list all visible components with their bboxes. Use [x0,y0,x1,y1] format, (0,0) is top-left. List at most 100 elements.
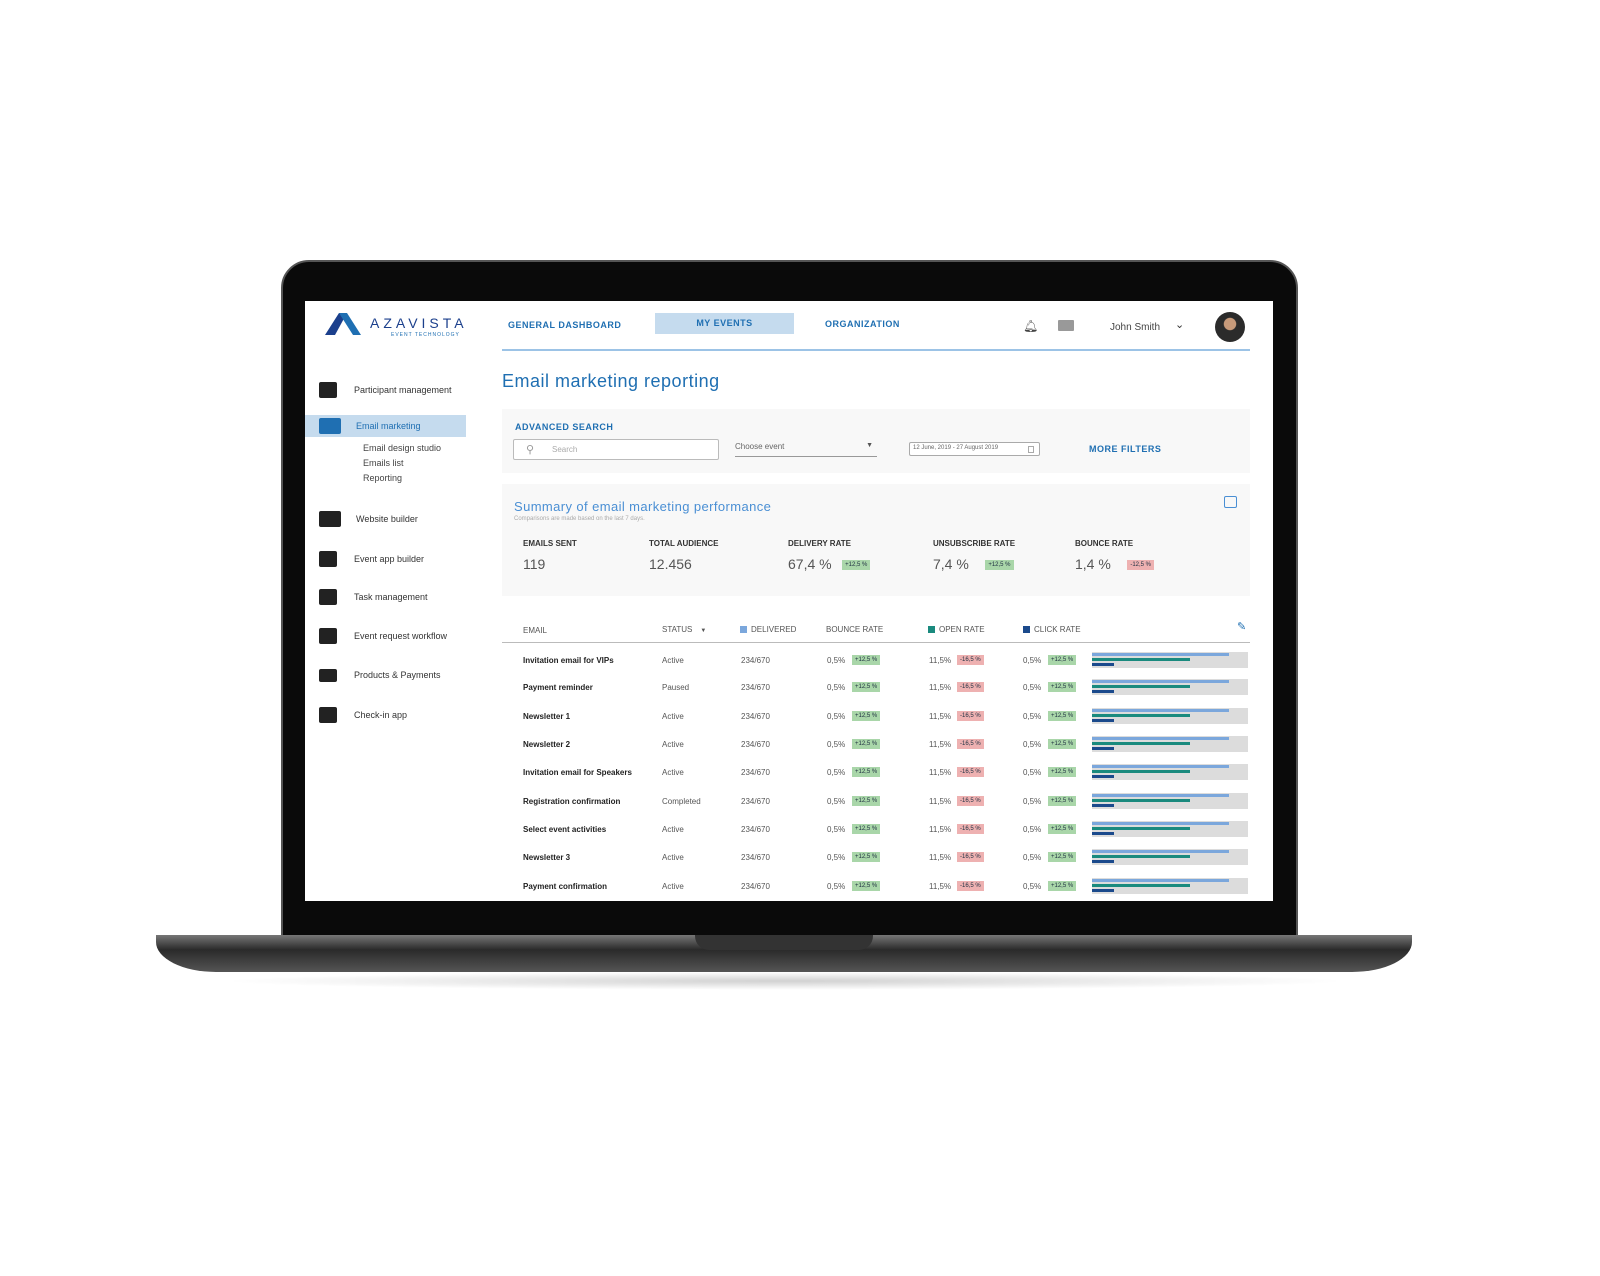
rate-bars [1092,821,1248,837]
table-row[interactable]: Payment confirmation Active 234/670 0,5%… [502,878,1250,898]
tab-my-events[interactable]: MY EVENTS [655,313,794,334]
kpi-delta-badge: -12,5 % [1127,560,1155,570]
table-row[interactable]: Invitation email for VIPs Active 234/670… [502,652,1250,672]
email-name[interactable]: Select event activities [523,825,606,834]
table-row[interactable]: Newsletter 3 Active 234/670 0,5% +12,5 %… [502,849,1250,869]
logo[interactable]: AZAVISTA EVENT TECHNOLOGY [325,313,475,339]
bounce-delta-badge: +12,5 % [852,852,881,862]
sidebar-item-event-request-workflow[interactable]: Event request workflow [305,625,466,647]
images-icon [319,511,341,527]
column-header-status[interactable]: STATUS ▼ [662,625,706,634]
sidebar-subitem-emails-list[interactable]: Emails list [363,458,404,468]
legend-swatch [1023,626,1030,633]
kpi-label: EMAILS SENT [523,539,577,548]
sidebar-item-check-in-app[interactable]: Check-in app [305,704,466,726]
header-label: STATUS [662,625,693,634]
sidebar-subitem-reporting[interactable]: Reporting [363,473,402,483]
sidebar-item-products-payments[interactable]: Products & Payments [305,664,466,686]
dropdown-arrow-icon: ▼ [866,442,873,449]
email-name[interactable]: Payment confirmation [523,882,607,891]
open-bar [1092,685,1191,688]
kpi-delta-badge: +12,5 % [985,560,1014,570]
sidebar-item-task-management[interactable]: Task management [305,586,466,608]
sidebar-item-participant-management[interactable]: Participant management [305,379,466,401]
event-select[interactable]: Choose event ▼ [735,439,877,457]
chevron-down-icon[interactable]: ⌄ [1175,318,1184,331]
sidebar-subitem-email-design-studio[interactable]: Email design studio [363,443,441,453]
page-title: Email marketing reporting [502,371,720,391]
kpi-delta-badge: +12,5 % [842,560,871,570]
search-input[interactable]: ⚲ Search [513,439,719,460]
sidebar-item-label: Event request workflow [354,631,448,641]
mail-icon[interactable] [1058,320,1074,331]
email-name[interactable]: Newsletter 2 [523,740,570,749]
sidebar-item-label: Task management [354,592,428,602]
email-name[interactable]: Invitation email for VIPs [523,656,614,665]
table-row[interactable]: Newsletter 2 Active 234/670 0,5% +12,5 %… [502,736,1250,756]
kpi-emails-sent: EMAILS SENT 119 [523,539,577,572]
share-chart-icon[interactable] [1224,496,1237,508]
table-row[interactable]: Payment reminder Paused 234/670 0,5% +12… [502,679,1250,699]
date-range-input[interactable]: 12 June, 2019 - 27 August 2019 [909,442,1040,456]
status: Paused [662,683,690,692]
email-name[interactable]: Newsletter 1 [523,712,570,721]
bell-icon[interactable]: 🔔︎ [1023,319,1038,333]
sort-arrow-icon: ▼ [700,628,707,634]
email-name[interactable]: Invitation email for Speakers [523,768,632,777]
delivered-bar [1092,709,1230,712]
open-delta-badge: -16,5 % [957,739,984,749]
status: Active [662,740,684,749]
tab-organization[interactable]: ORGANIZATION [825,319,900,329]
delivered-bar [1092,680,1230,683]
kpi-delivery-rate: DELIVERY RATE 67,4 % +12,5 % [788,539,871,572]
kpi-value: 12.456 [649,556,692,572]
column-header-email[interactable]: EMAIL [523,626,547,635]
table-row[interactable]: Registration confirmation Completed 234/… [502,793,1250,813]
open-delta-badge: -16,5 % [957,796,984,806]
sidebar-item-event-app-builder[interactable]: Event app builder [305,548,466,570]
sidebar-item-email-marketing[interactable]: Email marketing [305,415,466,437]
bounce-rate: 0,5% [827,825,846,834]
open-bar [1092,827,1191,830]
column-header-delivered[interactable]: DELIVERED [740,625,796,634]
click-bar [1092,719,1114,722]
click-rate: 0,5% [1023,656,1042,665]
click-rate: 0,5% [1023,683,1042,692]
sidebar-item-website-builder[interactable]: Website builder [305,508,466,530]
column-header-open-rate[interactable]: OPEN RATE [928,625,985,634]
email-name[interactable]: Registration confirmation [523,797,620,806]
bounce-delta-badge: +12,5 % [852,682,881,692]
click-delta-badge: +12,5 % [1048,796,1077,806]
click-bar [1092,775,1114,778]
kpi-label: UNSUBSCRIBE RATE [933,539,1016,548]
table-row[interactable]: Invitation email for Speakers Active 234… [502,764,1250,784]
more-filters-button[interactable]: MORE FILTERS [1089,444,1161,454]
credit-card-icon [319,668,337,682]
legend-swatch [740,626,747,633]
brand-tagline: EVENT TECHNOLOGY [391,332,460,338]
table-row[interactable]: Select event activities Active 234/670 0… [502,821,1250,841]
table-row[interactable]: Newsletter 1 Active 234/670 0,5% +12,5 %… [502,708,1250,728]
email-name[interactable]: Newsletter 3 [523,853,570,862]
email-name[interactable]: Payment reminder [523,683,593,692]
summary-subtitle: Comparisons are made based on the last 7… [514,516,645,522]
app-settings-icon [319,551,337,567]
avatar[interactable] [1215,312,1245,342]
kpi-value: 119 [523,556,546,572]
rate-bars [1092,708,1248,724]
tab-general-dashboard[interactable]: GENERAL DASHBOARD [508,320,621,330]
open-rate: 11,5% [929,797,952,806]
click-delta-badge: +12,5 % [1048,824,1077,834]
open-rate: 11,5% [929,768,952,777]
column-header-bounce-rate[interactable]: BOUNCE RATE [826,625,883,634]
person-icon [319,382,337,398]
open-delta-badge: -16,5 % [957,767,984,777]
edit-pencil-icon[interactable]: ✎ [1237,620,1246,633]
delivered-count: 234/670 [741,768,770,777]
click-rate: 0,5% [1023,882,1042,891]
user-name[interactable]: John Smith [1110,322,1160,333]
column-header-click-rate[interactable]: CLICK RATE [1023,625,1081,634]
bounce-rate: 0,5% [827,740,846,749]
search-placeholder: Search [552,445,578,454]
sidebar-item-label: Products & Payments [354,670,441,680]
